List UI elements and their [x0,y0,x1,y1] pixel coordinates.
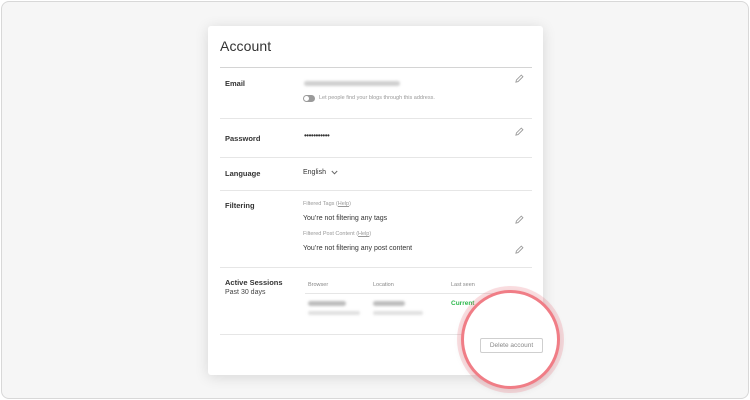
session-current-label: Current [451,300,475,307]
filtering-label: Filtering [225,201,255,210]
language-select[interactable]: English [303,167,338,177]
filtered-post-content-status: You’re not filtering any post content [303,245,413,252]
session-location-detail-blurred [373,311,423,315]
filtered-post-content-help-link[interactable]: Help [358,231,369,237]
password-label: Password [225,134,261,143]
language-value: English [303,168,326,176]
filtered-tags-help-link[interactable]: Help [338,201,349,207]
page-title: Account [220,38,272,54]
column-header-browser: Browser [308,282,329,288]
filtered-post-content-heading: Filtered Post Content (Help) [303,231,372,237]
filtered-tags-status: You’re not filtering any tags [303,215,388,222]
divider [220,118,532,119]
title-divider [220,67,532,68]
edit-email-pencil-icon[interactable] [514,73,524,83]
session-location-blurred [373,301,405,306]
divider [220,157,532,158]
language-label: Language [225,169,261,178]
delete-account-button[interactable]: Delete account [480,338,543,353]
edit-filtered-tags-pencil-icon[interactable] [514,214,524,224]
active-sessions-label: Active Sessions [225,278,283,287]
session-browser-blurred [308,301,346,306]
edit-password-pencil-icon[interactable] [514,126,524,136]
email-label: Email [225,79,246,88]
divider [220,267,532,268]
filtered-tags-heading: Filtered Tags (Help) [303,201,351,207]
find-by-email-toggle-label: Let people find your blogs through this … [319,95,435,101]
divider [220,190,532,191]
column-header-location: Location [373,282,394,288]
session-browser-detail-blurred [308,311,360,315]
password-masked-value: ••••••••••• [304,131,330,140]
active-sessions-sublabel: Past 30 days [225,289,266,296]
column-header-last-seen: Last seen [451,282,475,288]
find-by-email-toggle[interactable] [303,95,315,102]
chevron-down-icon [331,170,338,175]
edit-filtered-post-content-pencil-icon[interactable] [514,244,524,254]
email-value-blurred [304,81,400,86]
